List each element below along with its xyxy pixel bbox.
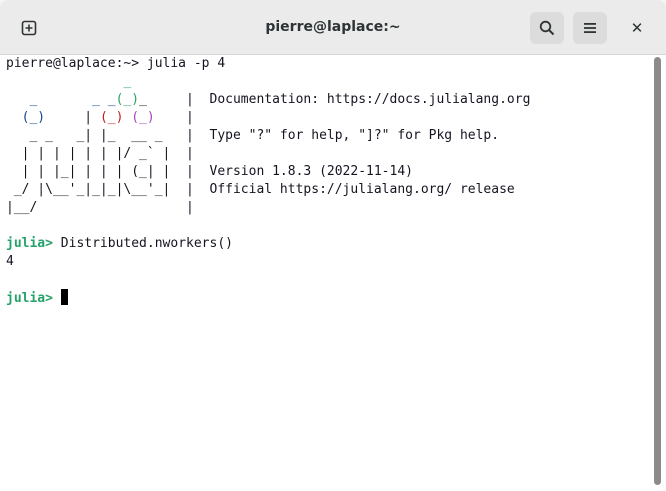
terminal-output[interactable]: pierre@laplace:~> julia -p 4 _ _ _ _(_)_… [0,55,650,491]
banner-row-1-a: _ _ _ [6,92,116,107]
banner-row-6: _/ |\__'_|_|_|\__'_| | Official https://… [6,182,515,197]
new-tab-icon [21,20,37,36]
window-title: pierre@laplace:~ [265,19,401,35]
output-line-1: 4 [6,254,14,269]
search-button[interactable] [530,12,564,44]
banner-row-2: (_) | (_) (_) | [6,109,194,127]
banner-row-1-c: _ | Documentation: https://docs.julialan… [139,92,531,107]
headerbar: pierre@laplace:~ ✕ [0,0,666,55]
banner-row-5: | | |_| | | | (_| | | Version 1.8.3 (202… [6,164,413,179]
banner-row-1: _ _ _(_)_ | Documentation: https://docs.… [6,91,530,109]
banner-row-4: | | | | | | |/ _` | | [6,146,194,161]
close-button[interactable]: ✕ [620,12,654,44]
banner-row-0: _ [6,74,132,89]
banner-row-2-c: | [45,110,100,125]
banner-row-2-d: (_) [99,110,124,125]
banner-row-2-a [6,110,22,125]
command-line: pierre@laplace:~> julia -p 4 [6,56,226,71]
scrollbar[interactable] [650,55,666,491]
banner-row-2-g: | [154,110,194,125]
scrollbar-thumb[interactable] [654,57,661,485]
input-line-2[interactable]: julia> [6,289,68,307]
new-tab-button[interactable] [12,12,46,44]
banner-row-2-f: (_) [131,110,155,125]
julia-prompt: julia> [6,236,53,251]
banner-row-3: _ _ _| |_ __ _ | Type "?" for help, "]?"… [6,128,500,143]
main-menu-button[interactable] [573,12,607,44]
hamburger-menu-icon [584,23,596,33]
input-command: Distributed.nworkers() [52,236,233,251]
banner-row-2-b: (_) [21,110,46,125]
text-cursor [60,289,68,305]
banner-row-1-b: (_) [115,92,140,107]
terminal-window: pierre@laplace:~ ✕ pierre@laplace:~> jul… [0,0,666,491]
julia-prompt-active: julia> [6,291,53,306]
search-icon [539,20,555,36]
input-line-1: julia> Distributed.nworkers() [6,235,233,253]
close-icon: ✕ [630,19,644,37]
banner-row-7: |__/ | [6,200,194,215]
